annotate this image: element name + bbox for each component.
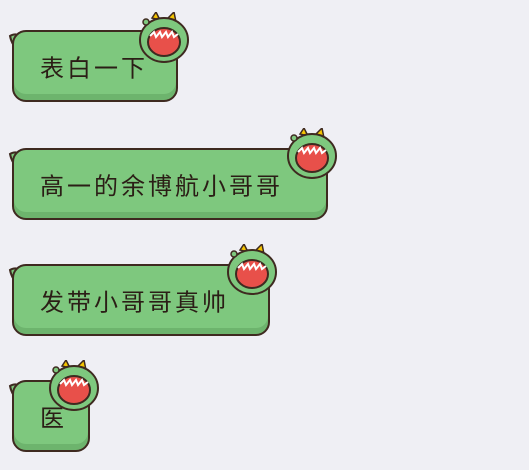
green-monster-icon [287,128,337,179]
message-text: 表白一下 [40,54,148,83]
message-text: 高一的余博航小哥哥 [40,172,283,201]
green-monster-icon [227,244,277,295]
chat-bubble[interactable]: 高一的余博航小哥哥 [8,148,328,220]
message-text: 发带小哥哥真帅 [40,288,229,317]
green-monster-icon [139,12,189,63]
green-monster-icon [49,360,99,411]
